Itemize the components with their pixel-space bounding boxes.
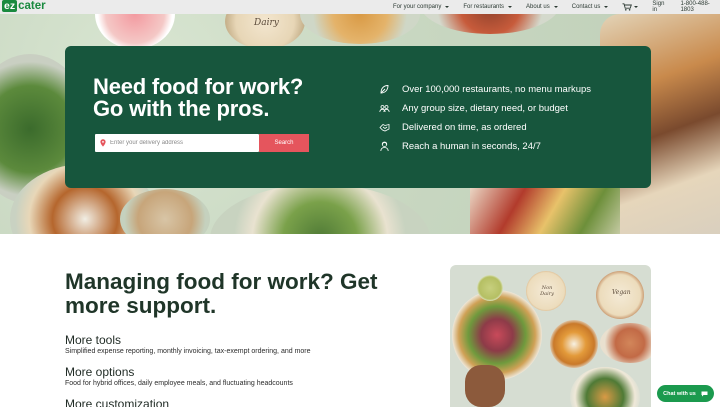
features-list: Over 100,000 restaurants, no menu markup… [379, 80, 591, 156]
location-pin-icon [100, 139, 106, 147]
food-photo: Non Dairy Vegan [450, 265, 651, 407]
hero-panel: Need food for work? Go with the pros. Se… [65, 46, 651, 188]
hero-section: Dairy Need food for work? Go with the pr… [0, 14, 720, 234]
item-text-tools: Simplified expense reporting, monthly in… [65, 348, 311, 355]
food-bowl-image [300, 14, 420, 44]
hero-title-line1: Need food for work? [93, 74, 304, 99]
dressing-cup-image [477, 275, 503, 301]
cart-button[interactable] [622, 3, 639, 11]
vegan-label: Vegan [612, 289, 631, 296]
chevron-down-icon [634, 6, 639, 8]
nav-for-restaurants[interactable]: For restaurants [463, 4, 513, 10]
nav-label: For restaurants [463, 4, 505, 10]
search-button[interactable]: Search [259, 134, 309, 152]
sign-in-link[interactable]: Sign in [652, 1, 669, 13]
food-bowl-image [210, 184, 430, 234]
chevron-down-icon [508, 6, 513, 8]
chat-with-us-button[interactable]: Chat with us [657, 385, 714, 402]
hand-image [465, 365, 505, 407]
nav-about-us[interactable]: About us [526, 4, 558, 10]
delivery-icon [379, 122, 390, 133]
chevron-down-icon [604, 6, 609, 8]
logo-ez: ez [2, 0, 18, 12]
address-search-box [95, 134, 259, 152]
dairy-label: Dairy [254, 18, 279, 28]
logo-cater: cater [18, 0, 46, 12]
nav-label: About us [526, 4, 550, 10]
chat-label: Chat with us [663, 390, 696, 397]
non-dairy-label: Non Dairy [540, 285, 554, 297]
top-navigation: ez cater For your company For restaurant… [0, 0, 720, 14]
grain-bowl-image [570, 367, 640, 407]
hero-title: Need food for work? Go with the pros. [93, 76, 353, 120]
chevron-down-icon [445, 6, 450, 8]
food-plate-image [600, 323, 651, 363]
chevron-down-icon [553, 6, 558, 8]
soup-bowl-image [550, 320, 598, 368]
nav-label: Contact us [571, 4, 601, 10]
support-icon [379, 141, 390, 152]
feature-text: Reach a human in seconds, 24/7 [402, 141, 541, 152]
nav-contact-us[interactable]: Contact us [572, 4, 609, 10]
cart-icon [622, 3, 633, 11]
nav-label: For your company [393, 4, 442, 10]
ezcater-logo[interactable]: ez cater [2, 0, 46, 13]
phone-number[interactable]: 1-800-488-1803 [680, 1, 720, 13]
nav-for-your-company[interactable]: For your company [393, 4, 450, 10]
restaurant-icon [379, 84, 390, 95]
item-heading-customization: More customization [65, 397, 170, 407]
feature-text: Delivered on time, as ordered [402, 122, 527, 133]
feature-item: Delivered on time, as ordered [379, 118, 591, 137]
feature-text: Any group size, dietary need, or budget [402, 103, 568, 114]
chat-bubble-icon [701, 391, 708, 397]
feature-item: Reach a human in seconds, 24/7 [379, 137, 591, 156]
item-heading-options: More options [65, 365, 135, 379]
feature-item: Over 100,000 restaurants, no menu markup… [379, 80, 591, 99]
food-bowl-image [420, 14, 560, 34]
feature-text: Over 100,000 restaurants, no menu markup… [402, 84, 592, 95]
nav-links: For your company For restaurants About u… [393, 0, 720, 14]
section-title: Managing food for work? Get more support… [65, 269, 378, 318]
hero-title-line2: Go with the pros. [93, 96, 270, 121]
item-heading-tools: More tools [65, 333, 122, 347]
item-text-options: Food for hybrid offices, daily employee … [65, 380, 293, 387]
feature-item: Any group size, dietary need, or budget [379, 99, 591, 118]
drink-cup-image [95, 14, 175, 49]
delivery-address-input[interactable] [110, 140, 255, 146]
group-icon [379, 103, 390, 114]
